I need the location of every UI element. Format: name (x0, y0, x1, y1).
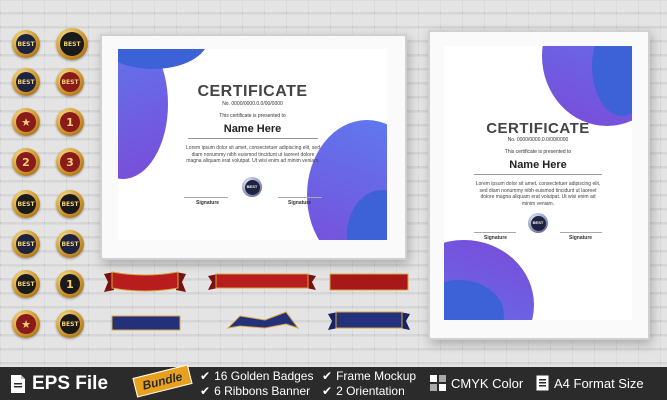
number-one-badge-black: 1 (56, 270, 84, 298)
number-three-badge-maroon: 3 (56, 148, 84, 176)
certificate-presented-text: This certificate is presented to (504, 149, 572, 155)
feature-orientation: ✔ 2 Orientation (322, 384, 405, 398)
badge-text: BEST (17, 240, 35, 248)
certificate-title: CERTIFICATE (197, 83, 308, 100)
badge-text: BEST (61, 240, 79, 248)
badge-number: 1 (66, 115, 74, 129)
name-underline (188, 138, 318, 139)
portrait-certificate: CERTIFICATE No. 0000/0000.0.0/00/0000 Th… (444, 46, 632, 320)
best-award-badge-black-4: BEST (12, 270, 40, 298)
signature-line-right (560, 232, 602, 233)
signature-line-left (184, 197, 228, 198)
badge-text: BEST (63, 40, 81, 48)
eps-file-text: EPS File (32, 373, 109, 394)
certificate-number: No. 0000/0000.0.0/00/0000 (222, 101, 283, 107)
cmyk-color-label: CMYK Color (430, 375, 523, 391)
feature-text: Frame Mockup (336, 369, 417, 383)
badge-text: BEST (17, 40, 35, 48)
certificate-body-text: Lorem ipsum dolor sit amet, consectetuer… (186, 145, 320, 164)
feature-golden-badges: ✔ 16 Golden Badges (200, 369, 313, 383)
best-award-badge-navy-3: BEST (12, 230, 40, 258)
feature-text: 16 Golden Badges (214, 369, 314, 383)
ribbon-banner-red-1 (104, 271, 186, 292)
ribbon-banner-red-2 (208, 273, 316, 290)
best-award-badge-black-5: BEST (56, 310, 84, 338)
signature-line-right (278, 197, 322, 198)
feature-text: 2 Orientation (336, 384, 405, 398)
check-circle-icon: ✔ (322, 369, 333, 383)
badge-text: BEST (61, 200, 79, 208)
certificate-presented-text: This certificate is presented to (219, 113, 286, 119)
ribbon-banner-red-3 (329, 273, 409, 291)
cmyk-text: CMYK Color (451, 375, 524, 391)
badge-text: BEST (17, 78, 35, 86)
feature-frame-mockup: ✔ Frame Mockup (322, 369, 416, 383)
signature-label-right: Signature (288, 200, 312, 206)
best-award-seal: BEST (242, 177, 262, 197)
eps-file-label: EPS File (10, 373, 108, 395)
signature-line-left (474, 232, 516, 233)
certificate-number: No. 0000/0000.0.0/00/0000 (507, 137, 569, 143)
ribbon-banner-collection (104, 271, 410, 331)
bundle-tag: Bundle (132, 364, 193, 398)
badge-text: BEST (61, 320, 79, 328)
badge-number: 1 (66, 277, 74, 291)
signature-label-left: Signature (484, 235, 508, 241)
number-two-badge-maroon: 2 (12, 148, 40, 176)
corner-wave-top (118, 49, 208, 69)
badge-text: BEST (17, 200, 35, 208)
star-icon: ★ (21, 317, 31, 331)
badge-number: 3 (66, 155, 74, 169)
star-icon: ★ (21, 115, 31, 129)
recipient-name: Name Here (223, 123, 282, 135)
a4-format-label: A4 Format Size (536, 375, 644, 391)
ribbon-banner-blue-2 (226, 311, 300, 329)
certificate-title: CERTIFICATE (486, 120, 590, 137)
best-award-badge-navy-4: BEST (56, 230, 84, 258)
star-badge-maroon-2: ★ (12, 310, 40, 338)
feature-ribbons-banner: ✔ 6 Ribbons Banner (200, 384, 310, 398)
best-award-badge-navy: BEST (12, 30, 40, 58)
best-award-badge-navy-2: BEST (12, 68, 40, 96)
recipient-name: Name Here (509, 159, 567, 171)
badge-text: BEST (61, 78, 79, 86)
best-award-badge-black-3: BEST (56, 190, 84, 218)
check-circle-icon: ✔ (322, 384, 333, 398)
document-icon (536, 375, 549, 391)
name-underline (474, 174, 602, 175)
signature-label-right: Signature (569, 235, 593, 241)
badge-number: 2 (22, 155, 30, 169)
color-grid-icon (430, 375, 446, 391)
feature-text: 6 Ribbons Banner (214, 384, 311, 398)
seal-text: BEST (244, 179, 260, 195)
certificate-body-text: Lorem ipsum dolor sit amet, consectetuer… (475, 181, 601, 207)
file-icon (11, 375, 25, 393)
ribbon-banner-blue-3 (328, 311, 410, 330)
check-circle-icon: ✔ (200, 369, 211, 383)
feature-footer: EPS File Bundle ✔ 16 Golden Badges ✔ 6 R… (0, 364, 667, 400)
landscape-certificate: CERTIFICATE No. 0000/0000.0.0/00/0000 Th… (118, 49, 387, 240)
best-award-badge-black: BEST (56, 28, 88, 60)
best-award-seal: BEST (528, 213, 548, 233)
check-circle-icon: ✔ (200, 384, 211, 398)
signature-label-left: Signature (196, 200, 220, 206)
best-award-badge-maroon: BEST (56, 68, 84, 96)
seal-text: BEST (530, 215, 546, 231)
number-one-badge-maroon: 1 (56, 108, 84, 136)
ribbon-banner-blue-1 (111, 315, 181, 331)
badge-text: BEST (17, 280, 35, 288)
star-badge-maroon: ★ (12, 108, 40, 136)
a4-text: A4 Format Size (554, 375, 644, 391)
best-award-badge-black-2: BEST (12, 190, 40, 218)
